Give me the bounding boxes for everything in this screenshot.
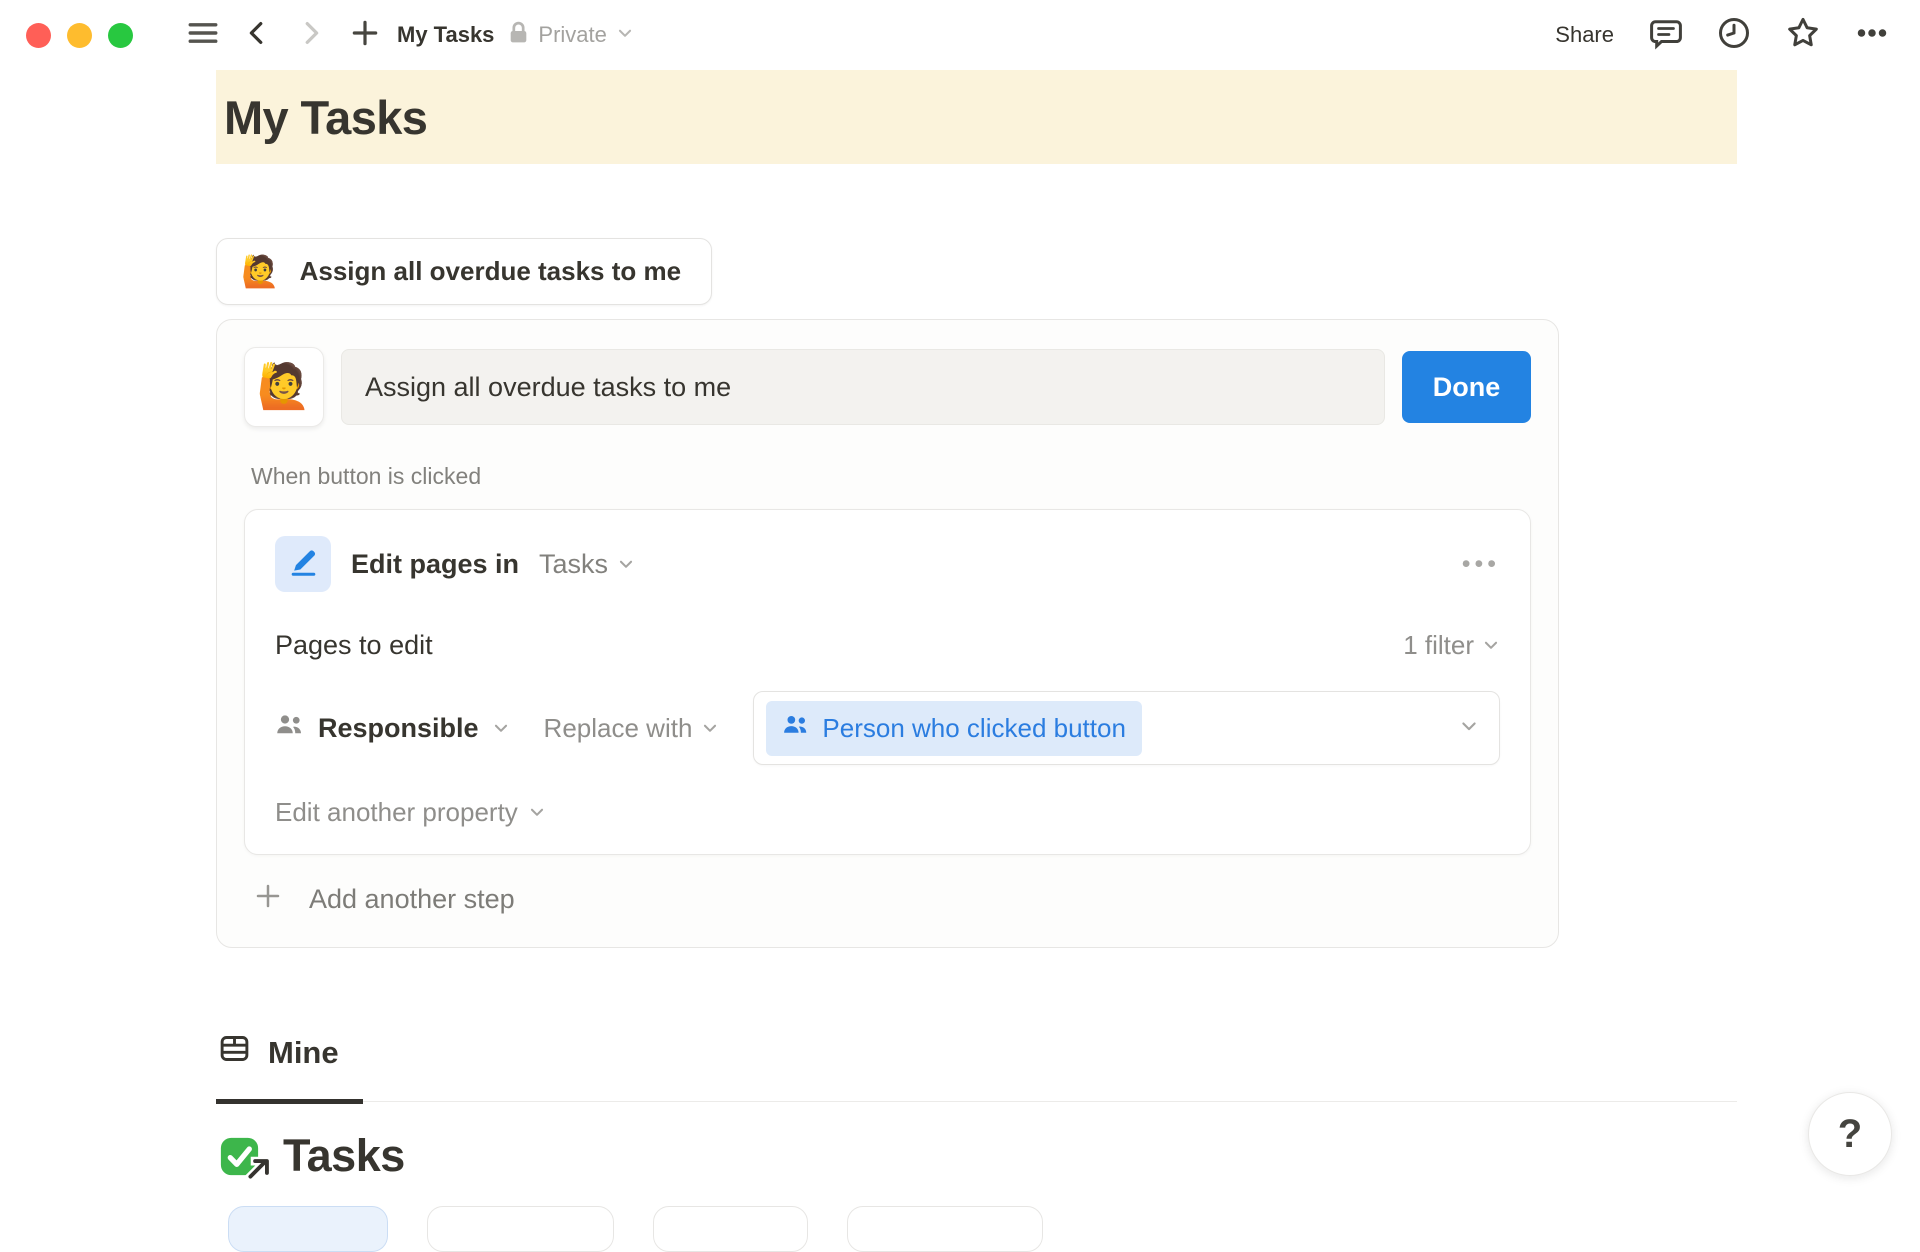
button-name-input[interactable] [341,349,1385,425]
button-editor-panel: 🙋 Done When button is clicked Edit pages… [216,319,1559,948]
filter-count-label: 1 filter [1403,630,1474,661]
page-title-highlight: My Tasks [216,70,1737,164]
filter-pill[interactable] [847,1206,1043,1252]
privacy-menu[interactable]: Private [508,20,633,51]
edit-another-property-button[interactable]: Edit another property [275,797,1500,828]
forward-button[interactable] [289,13,333,57]
done-button[interactable]: Done [1402,351,1531,423]
database-heading: Tasks [216,1130,1920,1182]
table-view-icon [218,1032,251,1073]
page-title[interactable]: My Tasks [224,90,427,145]
filter-pill[interactable] [427,1206,614,1252]
window-controls [26,23,133,48]
target-database-name: Tasks [539,549,608,580]
star-icon [1784,39,1822,56]
chevron-down-icon [701,713,719,744]
tasks-check-icon [216,1133,263,1180]
button-block-label: Assign all overdue tasks to me [300,256,681,287]
share-button[interactable]: Share [1555,22,1614,48]
zoom-window-button[interactable] [108,23,133,48]
trigger-label: When button is clicked [251,463,1531,490]
comments-button[interactable] [1648,15,1684,56]
window-topbar: My Tasks Private Share [0,0,1920,70]
linked-arrow-icon [245,1155,272,1187]
step-overflow-menu[interactable]: ••• [1462,550,1500,579]
assign-tasks-button-block[interactable]: 🙋 Assign all overdue tasks to me [216,238,712,305]
filter-pill[interactable] [228,1206,388,1252]
view-tabs: Mine [216,1032,1737,1102]
raising-hand-emoji-icon: 🙋 [241,256,280,287]
updates-button[interactable] [1716,15,1752,56]
add-another-step-button[interactable]: Add another step [253,881,1531,918]
pencil-edit-icon [287,545,320,583]
target-database-select[interactable]: Tasks [539,549,635,580]
new-page-button[interactable] [343,13,387,57]
people-icon [275,710,305,747]
chevron-down-icon [616,22,634,48]
raising-hand-emoji-icon: 🙋 [257,365,312,409]
privacy-label: Private [538,22,606,48]
lock-icon [508,20,529,51]
operation-select[interactable]: Replace with [544,713,720,744]
breadcrumb-page-title[interactable]: My Tasks [397,22,494,48]
back-button[interactable] [235,13,279,57]
chevron-down-icon [617,549,635,580]
operation-name: Replace with [544,713,693,744]
pages-to-edit-label: Pages to edit [275,630,433,661]
database-title[interactable]: Tasks [283,1130,405,1182]
value-select[interactable]: Person who clicked button [753,691,1500,765]
tab-mine-label: Mine [268,1035,339,1071]
favorite-button[interactable] [1784,14,1822,57]
question-mark-icon: ? [1838,1112,1862,1157]
automation-step-card: Edit pages in Tasks ••• Pages to edit 1 … [244,509,1531,855]
minimize-window-button[interactable] [67,23,92,48]
chevron-down-icon [1482,630,1500,661]
sidebar-toggle-button[interactable] [181,13,225,57]
close-window-button[interactable] [26,23,51,48]
button-emoji-picker[interactable]: 🙋 [244,347,324,427]
filter-pill-row [228,1206,1920,1252]
edit-action-tile [275,536,331,592]
tab-mine[interactable]: Mine [216,1032,363,1104]
help-button[interactable]: ? [1808,1092,1892,1176]
filter-pill[interactable] [653,1206,808,1252]
plus-icon [253,881,283,918]
chevron-left-icon [242,18,272,53]
ellipsis-icon [1854,38,1890,55]
chevron-down-icon [528,797,546,828]
page-options-button[interactable] [1854,15,1890,56]
chevron-down-icon [1459,716,1479,741]
plus-icon [349,17,381,54]
filter-dropdown[interactable]: 1 filter [1403,630,1500,661]
property-select[interactable]: Responsible [275,710,510,747]
edit-another-property-label: Edit another property [275,797,518,828]
hamburger-icon [186,16,220,55]
step-action-label: Edit pages in [351,549,519,580]
person-value-chip: Person who clicked button [766,701,1142,756]
chevron-down-icon [492,713,510,744]
person-value-label: Person who clicked button [822,713,1126,744]
add-another-step-label: Add another step [309,884,515,915]
property-name: Responsible [318,713,479,744]
comment-icon [1648,38,1684,55]
chevron-right-icon [296,18,326,53]
clock-icon [1716,38,1752,55]
people-icon [782,711,810,746]
